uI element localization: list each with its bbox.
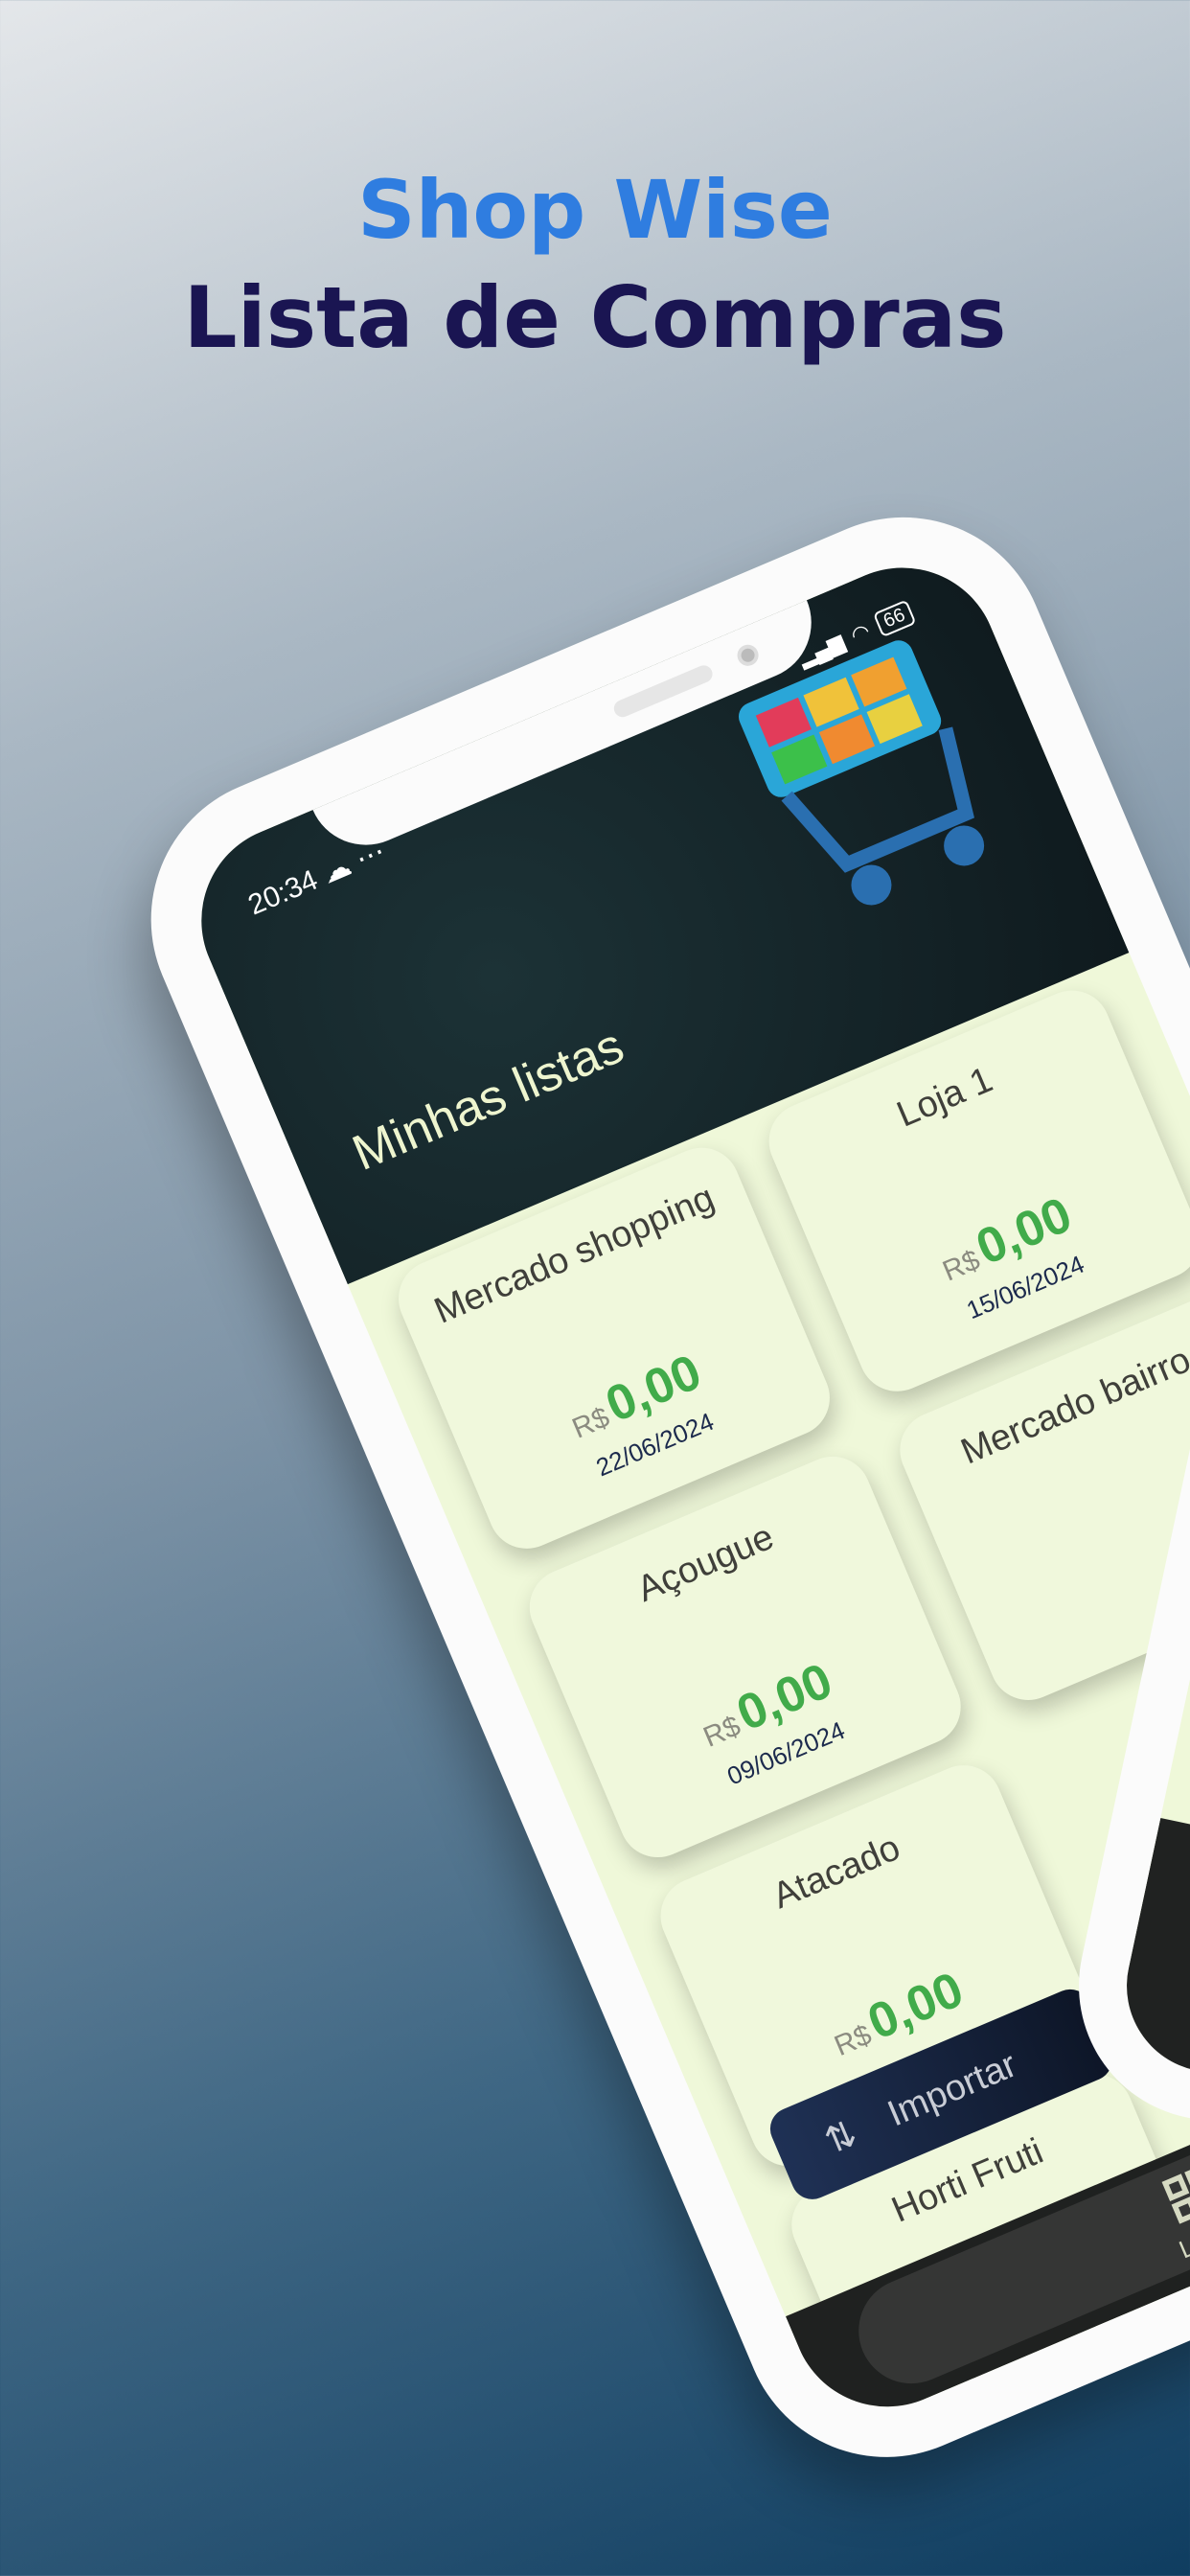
app-screen: 20:34 ☁ ⋯ ▂▄▆ ◠ 66 Minhas listas Mercado… bbox=[172, 538, 1190, 2437]
cloud-icon: ☁ ⋯ bbox=[317, 835, 390, 890]
currency: R$ bbox=[938, 1244, 985, 1288]
app-subtitle: Lista de Compras bbox=[183, 268, 1007, 367]
page-title: Minhas listas bbox=[344, 1018, 632, 1182]
swap-arrows-icon: ⇅ bbox=[818, 2112, 863, 2162]
grid-icon bbox=[1161, 2164, 1190, 2224]
currency: R$ bbox=[567, 1401, 614, 1445]
time-text: 20:34 bbox=[243, 863, 323, 922]
currency: R$ bbox=[830, 2018, 877, 2063]
camera bbox=[734, 641, 762, 670]
status-time: 20:34 ☁ ⋯ bbox=[243, 835, 390, 923]
currency: R$ bbox=[698, 1710, 745, 1754]
phone-mockup: 20:34 ☁ ⋯ ▂▄▆ ◠ 66 Minhas listas Mercado… bbox=[106, 472, 1190, 2502]
app-name: Shop Wise bbox=[357, 163, 833, 257]
